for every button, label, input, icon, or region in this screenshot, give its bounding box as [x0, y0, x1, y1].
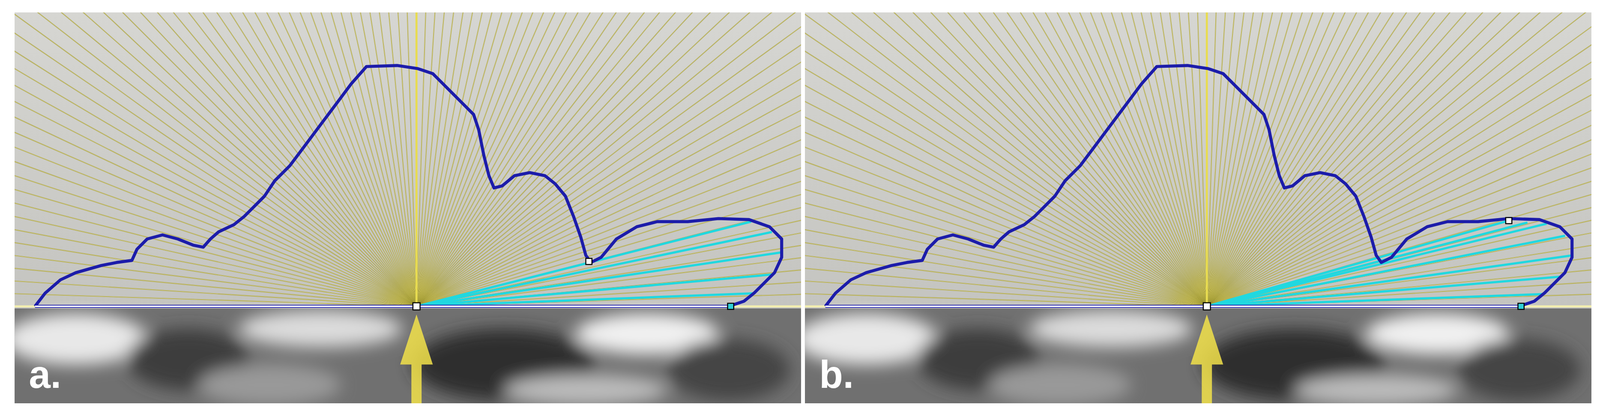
baseline: [804, 305, 1592, 308]
figure-panel: a.: [14, 12, 802, 404]
figure: a. b.: [0, 0, 1600, 414]
center-marker[interactable]: [412, 302, 421, 310]
center-marker[interactable]: [1203, 302, 1211, 310]
image-lower: [14, 308, 802, 404]
panel-label: b.: [819, 352, 854, 396]
contour-marker[interactable]: [586, 258, 593, 265]
image-lower: [804, 308, 1592, 404]
contour-marker[interactable]: [1505, 217, 1512, 224]
vertical-axis: [1205, 12, 1209, 307]
highlighted-rays: [1206, 220, 1571, 307]
radial-rays: [804, 12, 1592, 307]
radial-rays: [14, 12, 802, 307]
highlighted-rays: [416, 221, 781, 307]
end-marker[interactable]: [727, 303, 734, 310]
baseline: [14, 305, 802, 308]
end-marker[interactable]: [1518, 303, 1525, 310]
arrow-icon: [1190, 314, 1224, 404]
panel-label: a.: [28, 352, 61, 396]
figure-panel: b.: [804, 12, 1592, 404]
arrow-icon: [400, 314, 433, 404]
vertical-axis: [415, 12, 418, 307]
contour: [825, 65, 1573, 307]
contour: [35, 65, 782, 307]
